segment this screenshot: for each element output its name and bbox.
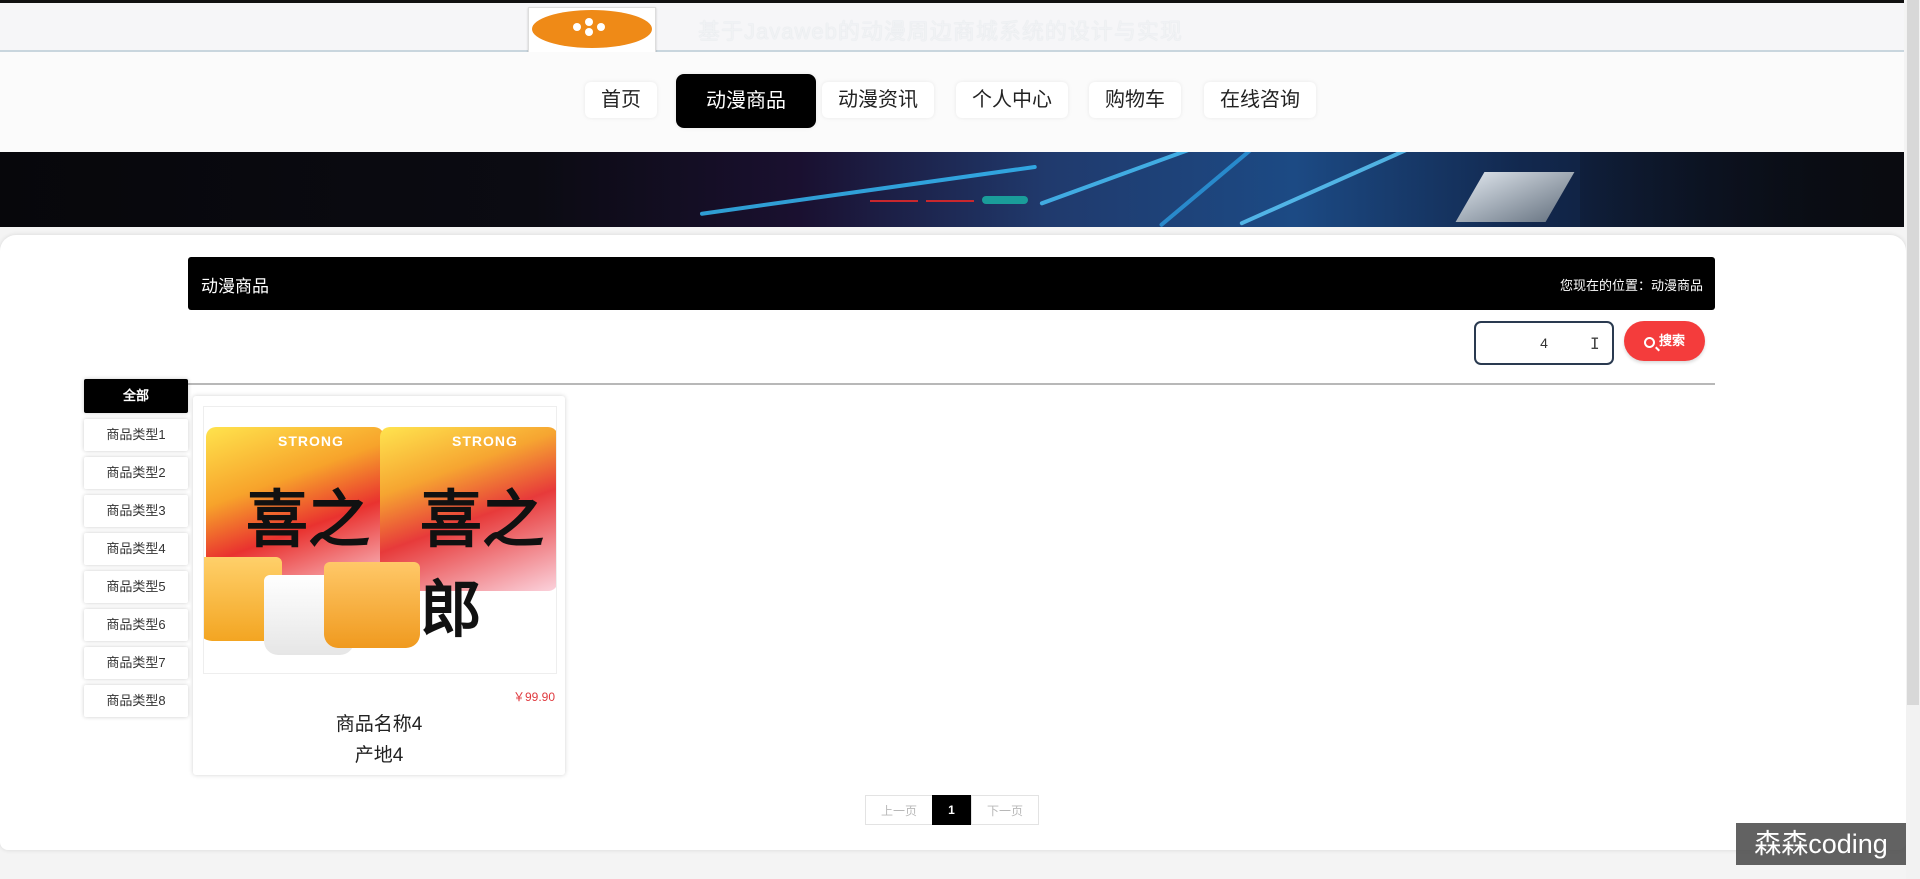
search-icon bbox=[1643, 337, 1655, 348]
banner-streak bbox=[1158, 152, 1254, 227]
nav-item-online-consult[interactable]: 在线咨询 bbox=[1204, 82, 1316, 118]
banner-streak bbox=[699, 164, 1037, 216]
scrollbar-thumb[interactable] bbox=[1907, 0, 1919, 705]
search-button-label: 搜索 bbox=[1658, 333, 1685, 348]
logo-mark-icon bbox=[573, 18, 605, 36]
pagination-next[interactable]: 下一页 bbox=[971, 795, 1039, 825]
category-all[interactable]: 全部 bbox=[84, 379, 188, 413]
carousel-dot[interactable] bbox=[926, 200, 974, 202]
jelly-cup bbox=[324, 562, 420, 648]
site-title: 基于Javaweb的动漫周边商城系统的设计与实现 bbox=[698, 19, 1183, 44]
product-card[interactable]: STRONG 喜之郎 STRONG 喜之郎 ￥99.90 商品名称4 产地4 bbox=[193, 396, 565, 775]
banner-shade bbox=[1580, 152, 1904, 227]
main-nav: 首页 动漫商品 动漫资讯 个人中心 购物车 在线咨询 bbox=[0, 52, 1904, 152]
pagination-current-page[interactable]: 1 bbox=[932, 795, 971, 825]
product-name: 商品名称4 bbox=[335, 714, 423, 735]
banner-highlight bbox=[1455, 172, 1575, 222]
pagination-prev[interactable]: 上一页 bbox=[865, 795, 933, 825]
category-item[interactable]: 商品类型4 bbox=[84, 533, 188, 565]
site-logo[interactable] bbox=[528, 7, 656, 53]
product-origin: 产地4 bbox=[354, 745, 404, 766]
category-item[interactable]: 商品类型7 bbox=[84, 647, 188, 679]
nav-item-home[interactable]: 首页 bbox=[585, 82, 657, 118]
banner-carousel[interactable] bbox=[0, 152, 1904, 227]
breadcrumb: 您现在的位置：动漫商品 bbox=[1559, 278, 1703, 293]
banner-streak bbox=[1039, 152, 1286, 206]
nav-item-anime-goods[interactable]: 动漫商品 bbox=[676, 74, 816, 128]
page-title: 动漫商品 bbox=[201, 277, 269, 296]
category-item[interactable]: 商品类型5 bbox=[84, 571, 188, 603]
product-image[interactable]: STRONG 喜之郎 STRONG 喜之郎 bbox=[203, 406, 557, 674]
top-header: 基于Javaweb的动漫周边商城系统的设计与实现 bbox=[0, 0, 1904, 53]
divider bbox=[188, 383, 1715, 385]
nav-item-anime-news[interactable]: 动漫资讯 bbox=[822, 82, 934, 118]
category-item[interactable]: 商品类型1 bbox=[84, 419, 188, 451]
carousel-dot[interactable] bbox=[870, 200, 918, 202]
category-item[interactable]: 商品类型2 bbox=[84, 457, 188, 489]
section-titlebar: 动漫商品 您现在的位置：动漫商品 bbox=[188, 257, 1715, 310]
category-item[interactable]: 商品类型8 bbox=[84, 685, 188, 717]
carousel-dot-active[interactable] bbox=[982, 196, 1028, 204]
watermark: 森森coding bbox=[1736, 823, 1906, 865]
nav-item-personal-center[interactable]: 个人中心 bbox=[956, 82, 1068, 118]
category-item[interactable]: 商品类型3 bbox=[84, 495, 188, 527]
carousel-indicators bbox=[870, 196, 1030, 204]
nav-item-cart[interactable]: 购物车 bbox=[1089, 82, 1181, 118]
product-price: ￥99.90 bbox=[512, 690, 555, 704]
text-cursor-icon: I bbox=[1590, 334, 1600, 353]
search-button[interactable]: 搜索 bbox=[1624, 321, 1705, 361]
category-item[interactable]: 商品类型6 bbox=[84, 609, 188, 641]
